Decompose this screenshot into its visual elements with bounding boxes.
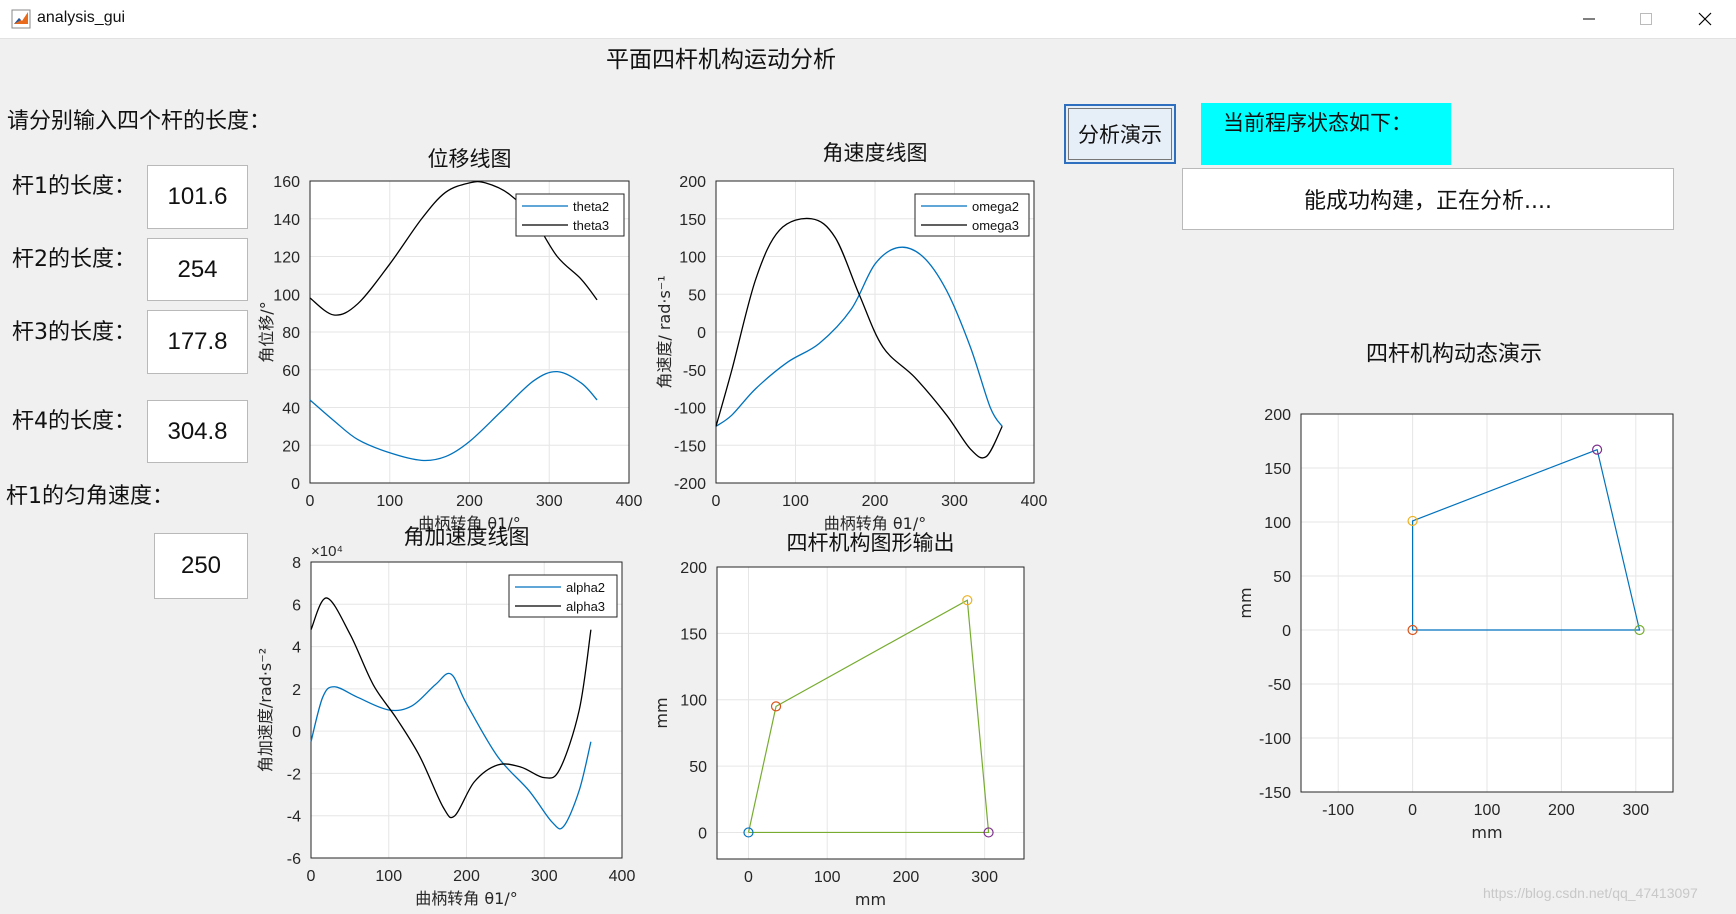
y-tick-label: 160 — [273, 174, 300, 191]
y-tick-label: -4 — [287, 809, 301, 826]
x-tick-label: 400 — [609, 868, 636, 885]
x-tick-label: 400 — [616, 493, 643, 510]
x-axis-label: 曲柄转角 θ1/° — [415, 889, 517, 908]
y-tick-label: 0 — [292, 724, 301, 741]
x-axis-label: mm — [855, 890, 886, 909]
y-tick-label: 0 — [697, 325, 706, 342]
legend-entry: alpha2 — [566, 580, 605, 595]
dynamic-demo-chart: -100 0 100 200 300 -150 -100 -50 0 50 100 150 200 mm m… — [1236, 407, 1674, 842]
x-tick-label: 0 — [307, 868, 316, 885]
x-tick-label: 300 — [531, 868, 558, 885]
x-tick-label: 0 — [1408, 802, 1417, 819]
y-tick-label: 20 — [282, 438, 300, 455]
x-tick-label: 100 — [376, 493, 403, 510]
x-tick-label: 200 — [456, 493, 483, 510]
y-tick-label: -100 — [1259, 731, 1291, 748]
y-tick-label: 0 — [291, 476, 300, 493]
y-tick-label: 140 — [273, 212, 300, 229]
angular-velocity-chart: 0 100 200 300 400 -200 -150 -100 -50 0 50 100 150 200… — [655, 141, 1047, 533]
legend-entry: omega2 — [972, 199, 1019, 214]
angular-acceleration-chart: 0 100 200 300 400 -6 -4 -2 0 2 4 6 8 角加速度线图曲柄转角 θ1/° 角… — [256, 525, 635, 908]
y-tick-label: 60 — [282, 363, 300, 380]
displacement-chart: 0 100 200 300 400020406080100120140160位移线图曲柄… — [257, 147, 642, 533]
y-tick-label: 2 — [292, 682, 301, 699]
y-tick-label: 6 — [292, 597, 301, 614]
y-tick-label: -100 — [674, 401, 706, 418]
x-tick-label: -100 — [1322, 802, 1354, 819]
x-tick-label: 0 — [744, 869, 753, 886]
y-tick-label: 100 — [273, 287, 300, 304]
x-tick-label: 100 — [814, 869, 841, 886]
x-tick-label: 200 — [862, 493, 889, 510]
y-tick-label: -2 — [287, 766, 301, 783]
x-axis-label: mm — [1471, 823, 1502, 842]
y-axis-label: 角位移/° — [257, 301, 276, 362]
y-tick-label: 200 — [1264, 407, 1291, 424]
y-tick-label: 0 — [698, 825, 707, 842]
x-tick-label: 100 — [782, 493, 809, 510]
x-tick-label: 200 — [893, 869, 920, 886]
chart-legend: alpha2 alpha3 — [508, 574, 618, 618]
watermark-text: https://blog.csdn.net/qq_47413097 — [1483, 885, 1698, 901]
x-tick-label: 0 — [712, 493, 721, 510]
y-tick-label: 150 — [679, 212, 706, 229]
mechanism-output-chart: 0 100 200 300 0 50 100 150 200 四杆机构图形输出 mm mm — [652, 531, 1025, 909]
x-tick-label: 300 — [971, 869, 998, 886]
y-tick-label: 150 — [680, 626, 707, 643]
y-tick-label: 100 — [1264, 515, 1291, 532]
charts-canvas: 0 100 200 300 400020406080100120140160位移线图曲柄… — [256, 141, 1674, 909]
y-tick-label: 100 — [680, 693, 707, 710]
y-tick-label: 50 — [689, 759, 707, 776]
y-tick-label: 4 — [292, 640, 301, 657]
x-tick-label: 100 — [375, 868, 402, 885]
y-tick-label: -200 — [674, 476, 706, 493]
y-tick-label: 120 — [273, 250, 300, 267]
y-tick-label: 50 — [1273, 569, 1291, 586]
y-tick-label: -50 — [683, 363, 706, 380]
y-tick-label: 200 — [680, 560, 707, 577]
chart-title: 角速度线图 — [823, 141, 928, 165]
x-tick-label: 0 — [306, 493, 315, 510]
x-tick-label: 200 — [453, 868, 480, 885]
y-exponent-label: ×10⁴ — [311, 543, 343, 560]
legend-entry: theta2 — [573, 199, 609, 214]
y-tick-label: -6 — [287, 851, 301, 868]
y-tick-label: -50 — [1268, 677, 1291, 694]
x-tick-label: 300 — [1622, 802, 1649, 819]
y-tick-label: -150 — [1259, 785, 1291, 802]
chart-legend: theta2 theta3 — [515, 193, 625, 237]
y-tick-label: 100 — [679, 250, 706, 267]
legend-entry: theta3 — [573, 218, 609, 233]
legend-entry: omega3 — [972, 218, 1019, 233]
chart-title: 位移线图 — [428, 147, 512, 171]
y-axis-label: mm — [652, 697, 671, 728]
x-tick-label: 200 — [1548, 802, 1575, 819]
y-tick-label: 40 — [282, 401, 300, 418]
x-tick-label: 100 — [1474, 802, 1501, 819]
y-tick-label: 80 — [282, 325, 300, 342]
y-axis-label: 角速度/ rad·s⁻¹ — [655, 275, 674, 388]
y-tick-label: 50 — [688, 287, 706, 304]
y-tick-label: 150 — [1264, 461, 1291, 478]
x-tick-label: 300 — [941, 493, 968, 510]
y-tick-label: 200 — [679, 174, 706, 191]
legend-entry: alpha3 — [566, 599, 605, 614]
chart-title: 角加速度线图 — [404, 525, 530, 549]
x-tick-label: 300 — [536, 493, 563, 510]
y-tick-label: 8 — [292, 555, 301, 572]
x-tick-label: 400 — [1021, 493, 1048, 510]
chart-title: 四杆机构图形输出 — [787, 531, 955, 555]
y-axis-label: 角加速度/rad·s⁻² — [256, 648, 275, 772]
chart-legend: omega2 omega3 — [914, 193, 1030, 237]
y-tick-label: -150 — [674, 438, 706, 455]
y-tick-label: 0 — [1282, 623, 1291, 640]
y-axis-label: mm — [1236, 587, 1255, 618]
